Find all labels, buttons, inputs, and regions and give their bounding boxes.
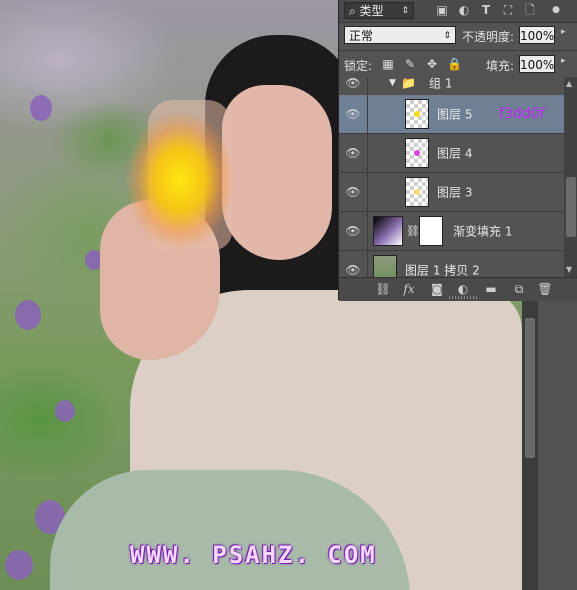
layers-scrollbar-thumb[interactable] — [566, 177, 576, 237]
layers-panel: ⌕ 类型 ⇕ ▣ ◐ T ⛶ 🗋 ● 正常 ⇕ 不透明度: 100% ▸ 锁定:… — [338, 0, 577, 301]
mask-thumbnail — [419, 216, 443, 246]
expand-arrow-icon[interactable]: ▼ — [389, 78, 396, 88]
layer-row-group-1[interactable]: 👁 ▼ 📁 组 1 — [339, 77, 564, 96]
layer-row-layer-1-copy-2[interactable]: 👁 图层 1 拷贝 2 — [339, 251, 564, 277]
resize-grip[interactable] — [449, 296, 477, 299]
layer-thumbnail — [405, 177, 429, 207]
blend-row: 正常 ⇕ 不透明度: 100% ▸ — [339, 22, 577, 48]
scroll-down-icon[interactable]: ▼ — [566, 265, 572, 274]
layer-row-layer-5[interactable]: 👁 图层 5 f3dd0f — [339, 95, 564, 134]
canvas-scrollbar-thumb[interactable] — [525, 318, 535, 458]
divider — [367, 77, 368, 95]
opacity-input[interactable]: 100% — [519, 26, 555, 44]
layers-scrollbar[interactable]: ▲ ▼ — [564, 77, 577, 277]
eye-icon[interactable]: 👁 — [345, 264, 361, 276]
layer-row-layer-3[interactable]: 👁 图层 3 — [339, 173, 564, 212]
flower — [5, 550, 33, 580]
scroll-up-icon[interactable]: ▲ — [566, 79, 572, 88]
layer-name: 图层 5 — [437, 107, 473, 122]
opacity-label: 不透明度: — [462, 30, 515, 44]
divider — [367, 212, 368, 250]
shape-filter-icon[interactable]: ⛶ — [501, 3, 515, 17]
divider — [367, 95, 368, 133]
flower — [15, 300, 41, 330]
flower — [55, 400, 75, 422]
layer-row-gradient-fill-1[interactable]: 👁 ⛓ 渐变填充 1 — [339, 212, 564, 251]
layer-name: 图层 4 — [437, 146, 473, 161]
eye-icon[interactable]: 👁 — [345, 186, 361, 198]
thumbnail-dot — [414, 111, 420, 117]
layer-thumbnail — [373, 255, 397, 277]
watermark: WWW. PSAHZ. COM — [130, 541, 377, 569]
lock-position-icon[interactable]: ✥ — [425, 57, 439, 71]
image-filter-icon[interactable]: ▣ — [435, 3, 449, 17]
lock-all-icon[interactable]: 🔒 — [447, 57, 462, 71]
add-mask-icon[interactable]: ◙ — [429, 282, 445, 297]
link-layers-icon[interactable]: ⛓ — [375, 282, 391, 297]
smart-object-filter-icon[interactable]: 🗋 — [523, 3, 537, 17]
fx-icon[interactable]: fx — [401, 282, 417, 297]
new-layer-icon[interactable]: ⧉ — [511, 282, 527, 297]
new-group-icon[interactable]: ▬ — [483, 282, 499, 297]
fill-label: 填充: — [486, 59, 515, 73]
eye-icon[interactable]: 👁 — [345, 77, 361, 89]
link-icon[interactable]: ⛓ — [406, 225, 420, 238]
type-filter-icon[interactable]: T — [479, 3, 493, 17]
yellow-glow — [120, 100, 260, 260]
eye-icon[interactable]: 👁 — [345, 147, 361, 159]
lock-image-icon[interactable]: ✎ — [403, 57, 417, 71]
adjustment-filter-icon[interactable]: ◐ — [457, 3, 471, 17]
divider — [367, 173, 368, 211]
fill-input[interactable]: 100% — [519, 55, 555, 73]
layer-name: 组 1 — [429, 77, 453, 91]
thumbnail-dot — [414, 189, 420, 195]
divider — [367, 251, 368, 277]
filter-kind-label: ⌕ 类型 — [349, 4, 384, 18]
gradient-thumbnail — [373, 216, 403, 246]
layer-name: 图层 1 拷贝 2 — [405, 263, 480, 278]
thumbnail-dot — [414, 150, 420, 156]
layers-list: 👁 ▼ 📁 组 1 👁 图层 5 f3dd0f 👁 图层 4 👁 图层 3 👁 … — [339, 77, 564, 277]
filter-kind-select[interactable]: ⌕ 类型 ⇕ — [344, 2, 414, 19]
trash-icon[interactable]: 🗑 — [537, 282, 553, 297]
color-hex-annotation: f3dd0f — [499, 106, 545, 122]
divider — [367, 134, 368, 172]
layer-name: 图层 3 — [437, 185, 473, 200]
adjustment-layer-icon[interactable]: ◐ — [455, 282, 471, 297]
layer-row-layer-4[interactable]: 👁 图层 4 — [339, 134, 564, 173]
lock-label: 锁定: — [344, 59, 373, 73]
layer-name: 渐变填充 1 — [453, 224, 513, 239]
chevron-updown-icon: ⇕ — [401, 6, 409, 16]
eye-icon[interactable]: 👁 — [345, 225, 361, 237]
layer-filter-bar: ⌕ 类型 ⇕ ▣ ◐ T ⛶ 🗋 ● — [339, 0, 577, 23]
blend-mode-select[interactable]: 正常 ⇕ — [344, 26, 456, 44]
layer-thumbnail — [405, 99, 429, 129]
lock-row: 锁定: ▦ ✎ ✥ 🔒 填充: 100% ▸ — [339, 50, 577, 77]
filter-toggle-icon[interactable]: ● — [549, 3, 563, 17]
folder-icon: 📁 — [401, 77, 416, 90]
eye-icon[interactable]: 👁 — [345, 108, 361, 120]
layer-thumbnail — [405, 138, 429, 168]
blend-mode-value: 正常 — [349, 29, 374, 43]
fill-dropdown-icon[interactable]: ▸ — [561, 56, 566, 66]
flower — [30, 95, 52, 121]
chevron-updown-icon: ⇕ — [443, 31, 451, 41]
lock-transparent-icon[interactable]: ▦ — [381, 57, 395, 71]
opacity-dropdown-icon[interactable]: ▸ — [561, 27, 566, 37]
